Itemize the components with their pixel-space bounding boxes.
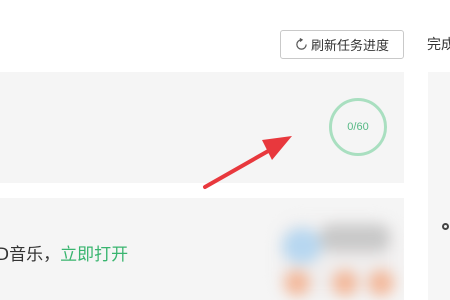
right-side-panel: [428, 72, 450, 300]
refresh-progress-button[interactable]: 刷新任务进度: [280, 30, 404, 59]
task-card: D音乐，立即打开: [0, 198, 404, 300]
task-card: 0/60: [0, 72, 404, 183]
refresh-button-label: 刷新任务进度: [310, 39, 389, 54]
task-progress-ring: 0/60: [329, 98, 387, 156]
completed-tab[interactable]: 完成: [427, 34, 450, 54]
task-description-text: D音乐，: [0, 245, 61, 265]
task-description: D音乐，立即打开: [0, 240, 128, 265]
task-progress-text: 0/60: [347, 121, 369, 133]
refresh-icon: [296, 38, 307, 50]
app-thumbnail: [270, 214, 404, 300]
search-icon: [442, 223, 449, 230]
open-now-link[interactable]: 立即打开: [60, 245, 128, 265]
